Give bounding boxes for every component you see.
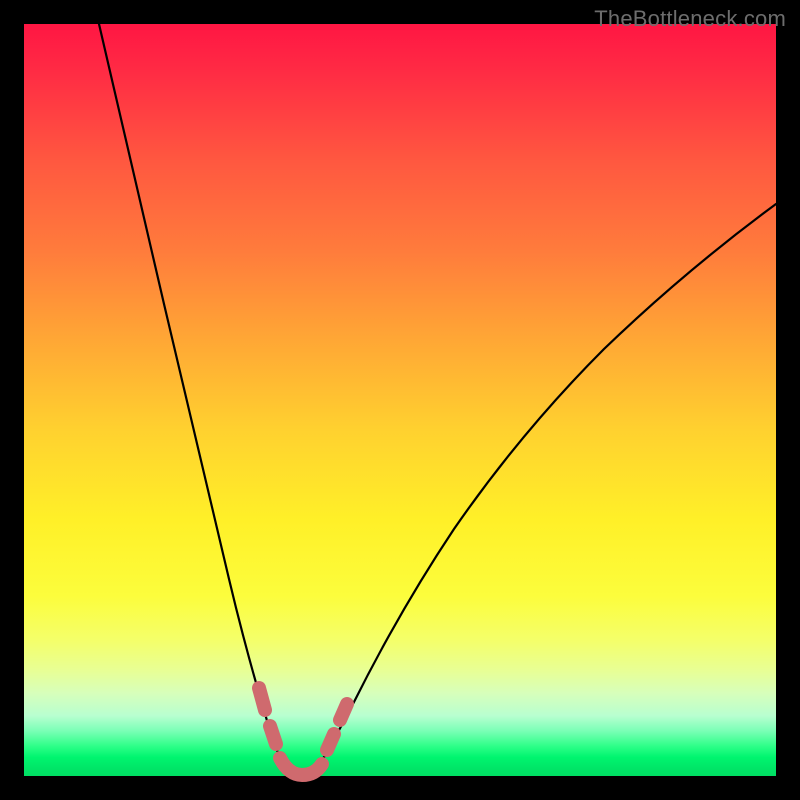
pink-floor	[280, 758, 322, 775]
pink-right-upper	[340, 704, 347, 720]
pink-left-lower	[270, 726, 276, 744]
right-curve	[316, 204, 776, 769]
pink-left-upper	[259, 688, 265, 710]
watermark-text: TheBottleneck.com	[594, 6, 786, 32]
plot-area	[24, 24, 776, 776]
left-curve	[99, 24, 286, 769]
curve-svg	[24, 24, 776, 776]
chart-frame: TheBottleneck.com	[0, 0, 800, 800]
pink-right-lower	[327, 734, 334, 750]
